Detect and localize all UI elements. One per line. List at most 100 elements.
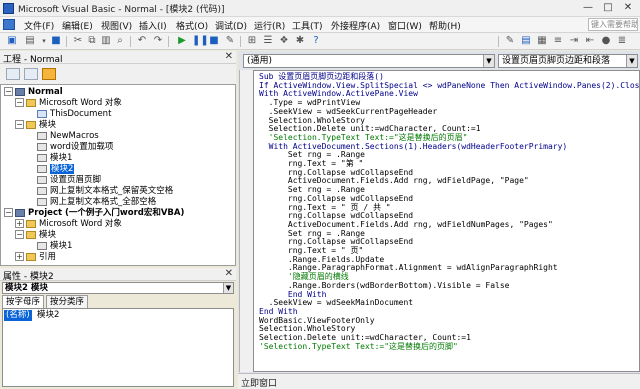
menu-debug[interactable]: 调试(D) xyxy=(215,19,247,32)
menu-insert[interactable]: 插入(I) xyxy=(139,19,167,32)
tree-node-thisdocument[interactable]: ThisDocument xyxy=(37,109,111,120)
folder-icon xyxy=(26,120,36,129)
title-bar: Microsoft Visual Basic - Normal - [模块2 (… xyxy=(0,0,640,17)
quick-info-icon[interactable]: ▦ xyxy=(536,35,548,47)
module-icon xyxy=(37,153,47,162)
view-object-button[interactable] xyxy=(24,68,38,80)
module-icon xyxy=(37,131,47,140)
run-icon[interactable]: ▶ xyxy=(176,35,188,47)
design-mode-icon[interactable]: ✎ xyxy=(224,35,236,47)
paste-icon[interactable]: ▥ xyxy=(100,35,112,47)
tree-node-modules[interactable]: − 模块 xyxy=(15,120,56,131)
properties-object-select[interactable]: 模块2 模块 ▼ xyxy=(2,282,234,294)
window-title: Microsoft Visual Basic - Normal - [模块2 (… xyxy=(18,5,225,15)
property-value[interactable]: 模块2 xyxy=(37,310,59,321)
view-word-icon[interactable]: ▣ xyxy=(6,35,18,47)
indent-icon[interactable]: ⇥ xyxy=(568,35,580,47)
toggle-folders-button[interactable] xyxy=(42,68,56,80)
vba-app-icon xyxy=(3,3,14,14)
chevron-down-icon[interactable]: ▼ xyxy=(483,55,494,67)
dropdown-arrow-icon[interactable]: ▾ xyxy=(38,35,50,47)
redo-icon[interactable]: ↷ xyxy=(152,35,164,47)
tab-alphabetic[interactable]: 按字母序 xyxy=(2,295,45,308)
tree-node-module2[interactable]: 模块2 xyxy=(37,164,75,175)
tree-node-copy-format-all[interactable]: 网上复制文本格式_全部空格 xyxy=(37,197,156,208)
project-pane-close-icon[interactable]: ✕ xyxy=(225,51,233,62)
immediate-window-title: 立即窗口 xyxy=(238,373,640,389)
properties-pane-title-text: 属性 - 模块2 xyxy=(3,272,54,282)
properties-pane-close-icon[interactable]: ✕ xyxy=(225,268,233,279)
tree-node-references[interactable]: + 引用 xyxy=(15,252,56,263)
view-code-button[interactable] xyxy=(6,68,20,80)
chevron-down-icon[interactable]: ▼ xyxy=(626,55,637,67)
edit-toolbar-icon[interactable]: ✎ xyxy=(504,35,516,47)
cut-icon[interactable]: ✂ xyxy=(72,35,84,47)
tree-node-header-footer[interactable]: 设置页眉页脚 xyxy=(37,175,101,186)
object-select-value: (通用) xyxy=(247,56,273,66)
close-button[interactable]: ✕ xyxy=(618,1,638,15)
module-icon xyxy=(37,164,47,173)
object-select[interactable]: (通用) ▼ xyxy=(243,54,495,68)
menu-run[interactable]: 运行(R) xyxy=(254,19,285,32)
property-name[interactable]: (名称) xyxy=(4,310,32,321)
properties-window-icon[interactable]: ☰ xyxy=(262,35,274,47)
object-browser-icon[interactable]: ❖ xyxy=(278,35,290,47)
code-editor[interactable]: Sub 设置页眉页脚页边距和段落() If ActiveWindow.View.S… xyxy=(253,70,640,372)
find-icon[interactable]: ⌕ xyxy=(114,35,126,47)
code-margin-indicator-bar[interactable] xyxy=(239,70,253,372)
help-icon[interactable]: ? xyxy=(310,35,322,47)
menu-view[interactable]: 视图(V) xyxy=(101,19,132,32)
word-doc-icon[interactable] xyxy=(3,19,15,30)
minimize-button[interactable]: — xyxy=(578,1,598,15)
project-pane-title: 工程 - Normal ✕ xyxy=(0,51,236,65)
code-line[interactable]: 'Selection.TypeText Text:="这是替换后的页脚" xyxy=(259,342,458,352)
word-document-icon xyxy=(37,109,47,118)
list-members-icon[interactable]: ▤ xyxy=(520,35,532,47)
chevron-down-icon[interactable]: ▼ xyxy=(223,283,233,293)
module-icon xyxy=(37,197,47,206)
menu-format[interactable]: 格式(O) xyxy=(176,19,208,32)
properties-tabs: 按字母序 按分类序 xyxy=(2,295,234,308)
tree-node-module1-2[interactable]: 模块1 xyxy=(37,241,72,252)
tree-node-copy-format-keep[interactable]: 网上复制文本格式_保留英文空格 xyxy=(37,186,173,197)
help-search-input[interactable]: 键入需要帮助 xyxy=(588,18,638,31)
project-tree: − Normal − Microsoft Word 对象 ThisDocument … xyxy=(0,84,236,266)
reset-icon[interactable]: ■ xyxy=(208,35,220,47)
project-explorer-icon[interactable]: ⊞ xyxy=(246,35,258,47)
toggle-breakpoint-icon[interactable]: ● xyxy=(600,35,612,47)
tree-node-modules-2[interactable]: − 模块 xyxy=(15,230,56,241)
undo-icon[interactable]: ↶ xyxy=(136,35,148,47)
folder-icon xyxy=(26,252,36,261)
tree-node-project-example[interactable]: − Project (一个例子入门word宏和VBA) xyxy=(4,208,184,219)
toolbox-icon[interactable]: ✱ xyxy=(294,35,306,47)
procedure-select[interactable]: 设置页眉页脚页边距和段落 ▼ xyxy=(498,54,638,68)
tree-node-word-objects[interactable]: − Microsoft Word 对象 xyxy=(15,98,122,109)
tree-node-normal[interactable]: − Normal xyxy=(4,87,63,98)
outdent-icon[interactable]: ⇤ xyxy=(584,35,596,47)
menu-tools[interactable]: 工具(T) xyxy=(292,19,323,32)
menu-edit[interactable]: 编辑(E) xyxy=(62,19,93,32)
menu-window[interactable]: 窗口(W) xyxy=(388,19,422,32)
tree-node-word-addin-setup[interactable]: word设置加载项 xyxy=(37,142,113,153)
menu-addins[interactable]: 外接程序(A) xyxy=(331,19,380,32)
tree-node-word-objects-2[interactable]: + Microsoft Word 对象 xyxy=(15,219,122,230)
standard-toolbar: ▣ ▤ ▾ ■ ✂ ⧉ ▥ ⌕ ↶ ↷ ▶ ❚❚ ■ ✎ ⊞ ☰ ❖ ✱ ? ✎… xyxy=(0,33,640,50)
copy-icon[interactable]: ⧉ xyxy=(86,35,98,47)
tree-node-module1[interactable]: 模块1 xyxy=(37,153,72,164)
parameter-info-icon[interactable]: ≡ xyxy=(552,35,564,47)
folder-icon xyxy=(26,98,36,107)
menu-bar: 文件(F) 编辑(E) 视图(V) 插入(I) 格式(O) 调试(D) 运行(R… xyxy=(0,17,640,33)
folder-icon xyxy=(26,230,36,239)
menu-file[interactable]: 文件(F) xyxy=(24,19,54,32)
project-pane-toolbar xyxy=(0,64,236,84)
properties-grid: (名称) 模块2 xyxy=(2,308,234,387)
tree-node-newmacros[interactable]: NewMacros xyxy=(37,131,99,142)
comment-block-icon[interactable]: ≣ xyxy=(616,35,628,47)
module-icon xyxy=(37,186,47,195)
tab-categorized[interactable]: 按分类序 xyxy=(46,295,89,308)
menu-help[interactable]: 帮助(H) xyxy=(429,19,461,32)
save-icon[interactable]: ■ xyxy=(50,35,62,47)
break-icon[interactable]: ❚❚ xyxy=(192,35,209,47)
maximize-button[interactable]: □ xyxy=(598,1,618,15)
insert-module-icon[interactable]: ▤ xyxy=(24,35,36,47)
